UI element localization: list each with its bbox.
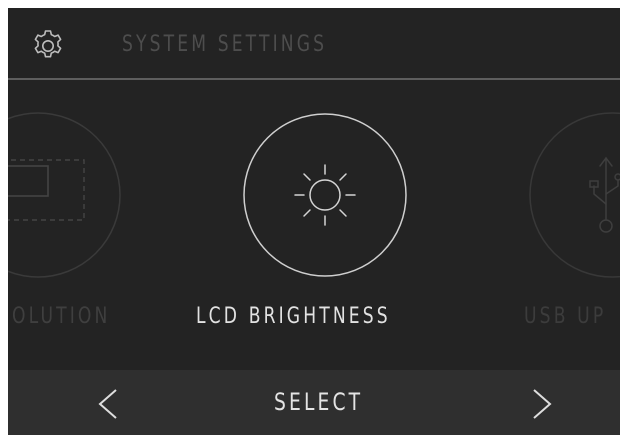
settings-screen: SYSTEM SETTINGS OLUTION LCD BRIGHTNESS U… [8, 8, 620, 435]
gear-icon[interactable] [30, 28, 66, 64]
footer-bar: SELECT [8, 370, 620, 435]
prev-button[interactable] [88, 384, 128, 424]
chevron-left-icon [98, 389, 117, 419]
settings-carousel: OLUTION LCD BRIGHTNESS USB UP [8, 80, 620, 370]
next-button[interactable] [522, 384, 562, 424]
usb-icon [529, 112, 620, 278]
carousel-item-label: USB UP [524, 304, 607, 329]
select-button[interactable]: SELECT [274, 388, 363, 416]
chevron-right-icon [533, 389, 552, 419]
page-title: SYSTEM SETTINGS [122, 32, 328, 57]
header-bar: SYSTEM SETTINGS [8, 8, 620, 78]
carousel-item-usb-update[interactable]: USB UP [8, 80, 620, 370]
